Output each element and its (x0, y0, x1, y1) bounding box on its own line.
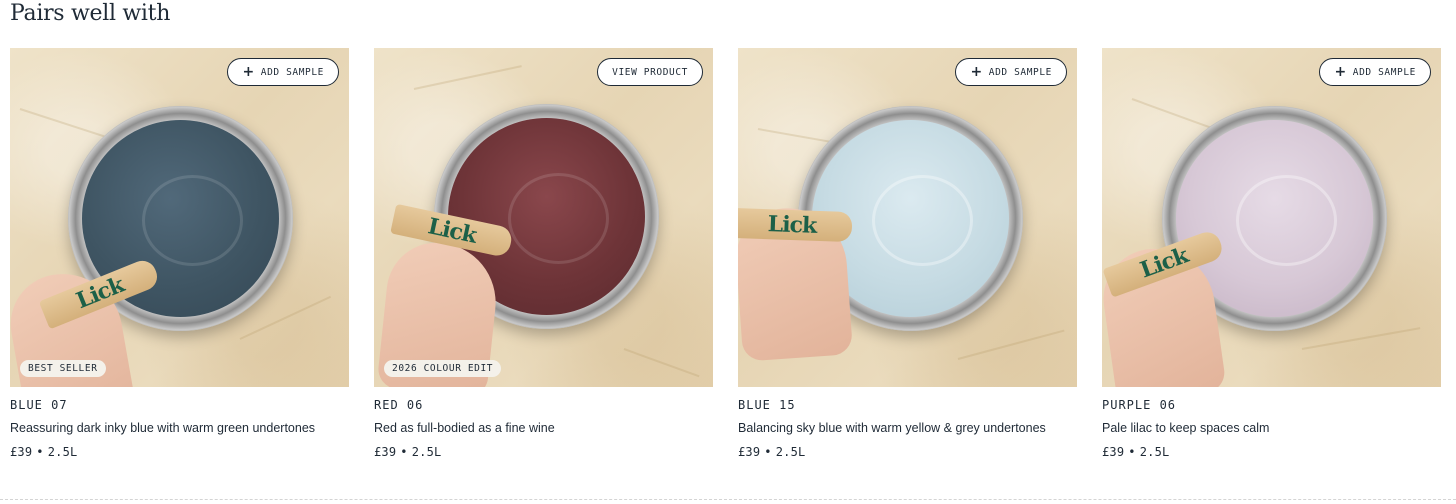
button-label: ADD SAMPLE (988, 66, 1052, 78)
add-sample-button[interactable]: + ADD SAMPLE (1319, 58, 1431, 86)
view-product-button[interactable]: VIEW PRODUCT (597, 58, 703, 86)
plus-icon: + (970, 64, 983, 80)
product-description: Reassuring dark inky blue with warm gree… (10, 421, 316, 435)
product-card[interactable]: Lick + ADD SAMPLE PURPLE 06 Pale lilac t… (1102, 48, 1441, 459)
price-separator: • (1128, 445, 1136, 459)
product-grid: Lick + ADD SAMPLE BEST SELLER BLUE 07 Re… (10, 48, 1441, 459)
product-image[interactable]: Lick + ADD SAMPLE BEST SELLER (10, 48, 349, 387)
section-title: Pairs well with (10, 1, 171, 26)
status-badge: 2026 COLOUR EDIT (384, 360, 502, 377)
status-badge: BEST SELLER (20, 360, 106, 377)
size-value: 2.5L (775, 445, 806, 459)
product-price: £39 • 2.5L (10, 445, 349, 459)
product-price: £39 • 2.5L (1102, 445, 1441, 459)
product-price: £39 • 2.5L (738, 445, 1077, 459)
product-name[interactable]: PURPLE 06 (1102, 398, 1441, 414)
product-price: £39 • 2.5L (374, 445, 713, 459)
product-image[interactable]: Lick + ADD SAMPLE (1102, 48, 1441, 387)
product-name[interactable]: BLUE 15 (738, 398, 1077, 414)
product-description: Red as full-bodied as a fine wine (374, 421, 555, 435)
product-name[interactable]: RED 06 (374, 398, 713, 414)
product-name[interactable]: BLUE 07 (10, 398, 349, 414)
price-separator: • (764, 445, 772, 459)
price-separator: • (36, 445, 44, 459)
add-sample-button[interactable]: + ADD SAMPLE (227, 58, 339, 86)
size-value: 2.5L (47, 445, 78, 459)
stirrer-logo: Lick (738, 207, 853, 243)
product-card[interactable]: Lick + ADD SAMPLE BEST SELLER BLUE 07 Re… (10, 48, 349, 459)
product-description: Balancing sky blue with warm yellow & gr… (738, 421, 1046, 435)
button-label: ADD SAMPLE (260, 66, 324, 78)
product-description: Pale lilac to keep spaces calm (1102, 421, 1270, 435)
button-label: VIEW PRODUCT (612, 66, 688, 78)
price-value: £39 (738, 445, 761, 459)
price-value: £39 (1102, 445, 1125, 459)
product-card[interactable]: Lick VIEW PRODUCT 2026 COLOUR EDIT RED 0… (374, 48, 713, 459)
size-value: 2.5L (411, 445, 442, 459)
price-value: £39 (374, 445, 397, 459)
button-label: ADD SAMPLE (1352, 66, 1416, 78)
section-divider (0, 499, 1456, 500)
product-card[interactable]: Lick + ADD SAMPLE BLUE 15 Balancing sky … (738, 48, 1077, 459)
add-sample-button[interactable]: + ADD SAMPLE (955, 58, 1067, 86)
plus-icon: + (242, 64, 255, 80)
price-separator: • (400, 445, 408, 459)
size-value: 2.5L (1139, 445, 1170, 459)
price-value: £39 (10, 445, 33, 459)
product-image[interactable]: Lick + ADD SAMPLE (738, 48, 1077, 387)
product-image[interactable]: Lick VIEW PRODUCT 2026 COLOUR EDIT (374, 48, 713, 387)
plus-icon: + (1334, 64, 1347, 80)
